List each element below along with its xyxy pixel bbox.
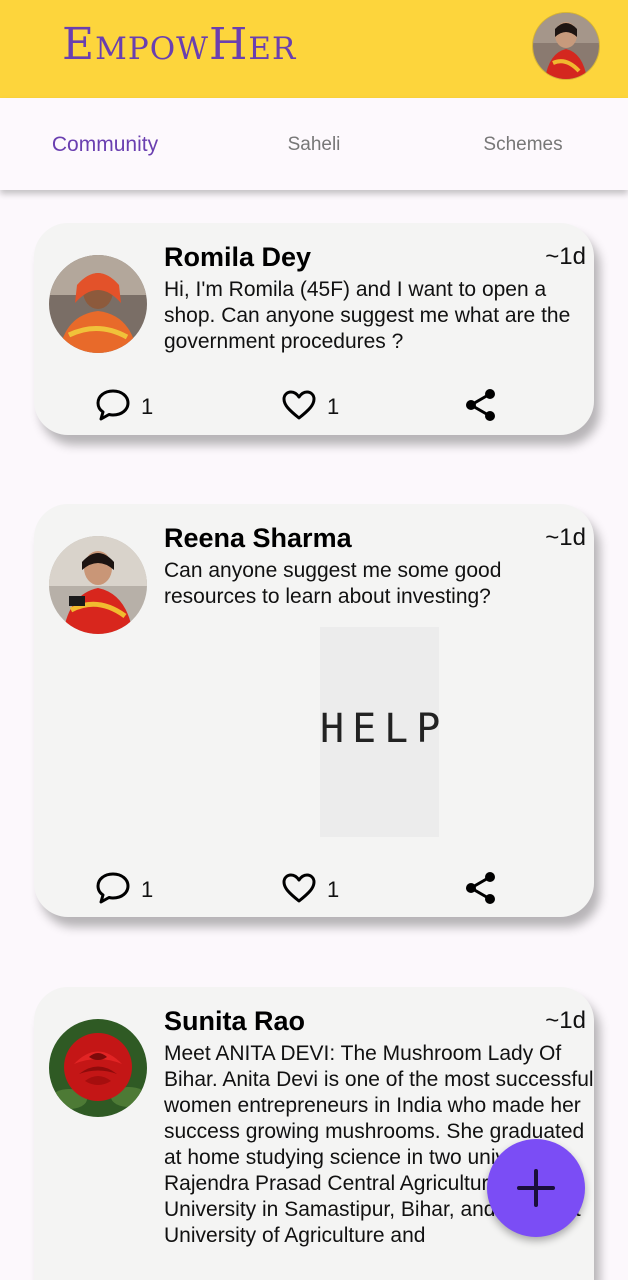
author-avatar[interactable] [49, 536, 147, 634]
share-button[interactable] [464, 387, 498, 427]
add-post-button[interactable] [487, 1139, 585, 1237]
post-time: ~1d [545, 1007, 586, 1034]
share-icon [464, 388, 498, 427]
post-actions: 1 1 [34, 387, 594, 427]
share-icon [464, 871, 498, 910]
comment-button[interactable]: 1 [95, 870, 153, 910]
profile-avatar[interactable] [533, 13, 599, 79]
author-name: Sunita Rao [164, 1006, 306, 1036]
author-avatar[interactable] [49, 1019, 147, 1117]
like-count: 1 [327, 877, 340, 902]
tab-community[interactable]: Community [30, 98, 180, 190]
post-text: Can anyone suggest me some good resource… [164, 559, 502, 608]
tab-schemes[interactable]: Schemes [460, 98, 586, 190]
post-image-text: HELP [320, 706, 449, 752]
app-bar: EmpowHer [0, 0, 628, 98]
heart-icon [281, 872, 317, 909]
post-text: Hi, I'm Romila (45F) and I want to open … [164, 278, 571, 353]
like-count: 1 [327, 394, 340, 419]
heart-icon [281, 389, 317, 426]
comment-button[interactable]: 1 [95, 387, 153, 427]
comment-count: 1 [141, 394, 154, 419]
author-avatar[interactable] [49, 255, 147, 353]
author-name: Reena Sharma [164, 523, 352, 553]
post-actions: 1 1 [34, 870, 594, 910]
post-card[interactable]: Romila Dey ~1d Hi, I'm Romila (45F) and … [34, 223, 594, 435]
like-button[interactable]: 1 [281, 870, 339, 910]
plus-icon [516, 1168, 556, 1213]
like-button[interactable]: 1 [281, 387, 339, 427]
post-time: ~1d [545, 524, 586, 551]
post-card[interactable]: Reena Sharma ~1d Can anyone suggest me s… [34, 504, 594, 917]
author-name: Romila Dey [164, 242, 312, 272]
post-image[interactable]: HELP [320, 627, 449, 837]
app-title: EmpowHer [62, 19, 297, 70]
share-button[interactable] [464, 870, 498, 910]
comment-icon [95, 388, 131, 427]
comment-icon [95, 871, 131, 910]
post-card[interactable]: Sunita Rao ~1d Meet ANITA DEVI: The Mush… [34, 987, 594, 1280]
post-time: ~1d [545, 243, 586, 270]
tab-bar: Community Saheli Schemes [0, 98, 628, 190]
comment-count: 1 [141, 877, 154, 902]
tab-saheli[interactable]: Saheli [250, 98, 378, 190]
